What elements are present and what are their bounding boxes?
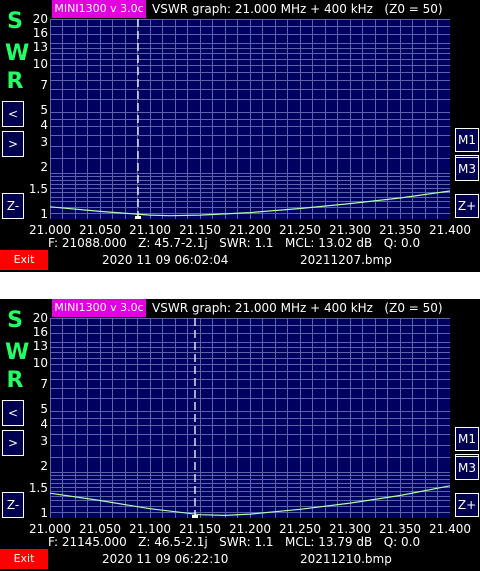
- y-tick-label: 16: [32, 26, 48, 40]
- capture-filename: 20211207.bmp: [300, 253, 392, 267]
- swr-letter-r: R: [6, 69, 24, 94]
- marker-1-button[interactable]: M1: [455, 427, 479, 451]
- x-tick-label: 21.100: [129, 223, 171, 237]
- x-tick-label: 21.050: [79, 223, 121, 237]
- y-tick-label: 10: [32, 356, 48, 370]
- x-tick-label: 21.050: [79, 522, 121, 536]
- y-tick-label: 1.5: [28, 481, 48, 495]
- swr-letter-s: S: [7, 9, 23, 34]
- y-tick-label: 3: [40, 434, 48, 448]
- capture-datetime: 2020 11 09 06:02:04: [102, 253, 229, 267]
- x-tick-label: 21.250: [279, 522, 321, 536]
- scroll-right-button[interactable]: >: [2, 131, 24, 157]
- y-tick-label: 1: [40, 506, 48, 520]
- y-tick-label: 13: [32, 339, 48, 353]
- x-tick-label: 21.000: [29, 522, 71, 536]
- x-tick-label: 21.400: [429, 223, 471, 237]
- y-tick-label: 10: [32, 57, 48, 71]
- y-tick-label: 7: [40, 78, 48, 92]
- exit-button[interactable]: Exit: [0, 250, 48, 270]
- y-tick-label: 20: [32, 311, 48, 325]
- scroll-right-button[interactable]: >: [2, 430, 24, 456]
- marker-3-button[interactable]: M3: [455, 456, 479, 480]
- zoom-in-button[interactable]: Z+: [455, 194, 479, 218]
- y-tick-label: 2: [40, 459, 48, 473]
- analyzer-screen-2: MINI1300 v 3.0c VSWR graph: 21.000 MHz +…: [0, 299, 480, 571]
- y-tick-label: 4: [40, 118, 48, 132]
- y-tick-label: 5: [40, 402, 48, 416]
- y-tick-label: 13: [32, 40, 48, 54]
- y-tick-label: 1.5: [28, 182, 48, 196]
- x-tick-label: 21.300: [329, 522, 371, 536]
- swr-letter-w: W: [5, 41, 30, 66]
- y-tick-label: 5: [40, 103, 48, 117]
- analyzer-screen-1: MINI1300 v 3.0c VSWR graph: 21.000 MHz +…: [0, 0, 480, 272]
- swr-letter-w: W: [5, 340, 30, 365]
- zoom-out-button[interactable]: Z-: [2, 193, 24, 219]
- x-tick-label: 21.150: [179, 223, 221, 237]
- marker-indicator: [192, 515, 198, 518]
- y-tick-label: 3: [40, 135, 48, 149]
- marker-indicator: [135, 216, 141, 219]
- x-tick-label: 21.000: [29, 223, 71, 237]
- measurement-readout: F: 21088.000 Z: 45.7-2.1j SWR: 1.1 MCL: …: [48, 236, 421, 250]
- y-tick-label: 20: [32, 12, 48, 26]
- marker-1-button[interactable]: M1: [455, 128, 479, 152]
- y-tick-label: 1: [40, 207, 48, 221]
- measurement-readout: F: 21145.000 Z: 46.5-2.1j SWR: 1.1 MCL: …: [48, 535, 421, 549]
- y-tick-label: 7: [40, 377, 48, 391]
- graph-title: VSWR graph: 21.000 MHz + 400 kHz (Z0 = 5…: [152, 301, 443, 315]
- version-badge: MINI1300 v 3.0c: [52, 299, 146, 317]
- zoom-in-button[interactable]: Z+: [455, 493, 479, 517]
- scroll-left-button[interactable]: <: [2, 101, 24, 127]
- marker-3-button[interactable]: M3: [455, 157, 479, 181]
- x-tick-label: 21.100: [129, 522, 171, 536]
- scroll-left-button[interactable]: <: [2, 400, 24, 426]
- graph-title: VSWR graph: 21.000 MHz + 400 kHz (Z0 = 5…: [152, 2, 443, 16]
- x-tick-label: 21.350: [379, 522, 421, 536]
- swr-letter-r: R: [6, 368, 24, 393]
- x-tick-label: 21.400: [429, 522, 471, 536]
- y-tick-label: 16: [32, 325, 48, 339]
- x-tick-label: 21.150: [179, 522, 221, 536]
- capture-datetime: 2020 11 09 06:22:10: [102, 552, 229, 566]
- x-tick-label: 21.250: [279, 223, 321, 237]
- version-badge: MINI1300 v 3.0c: [52, 0, 146, 18]
- y-tick-label: 4: [40, 417, 48, 431]
- vswr-plot: [50, 318, 450, 518]
- x-tick-label: 21.200: [229, 223, 271, 237]
- y-tick-label: 2: [40, 160, 48, 174]
- zoom-out-button[interactable]: Z-: [2, 492, 24, 518]
- exit-button[interactable]: Exit: [0, 549, 48, 569]
- x-tick-label: 21.300: [329, 223, 371, 237]
- x-tick-label: 21.200: [229, 522, 271, 536]
- capture-filename: 20211210.bmp: [300, 552, 392, 566]
- vswr-plot: [50, 19, 450, 219]
- swr-letter-s: S: [7, 308, 23, 333]
- x-tick-label: 21.350: [379, 223, 421, 237]
